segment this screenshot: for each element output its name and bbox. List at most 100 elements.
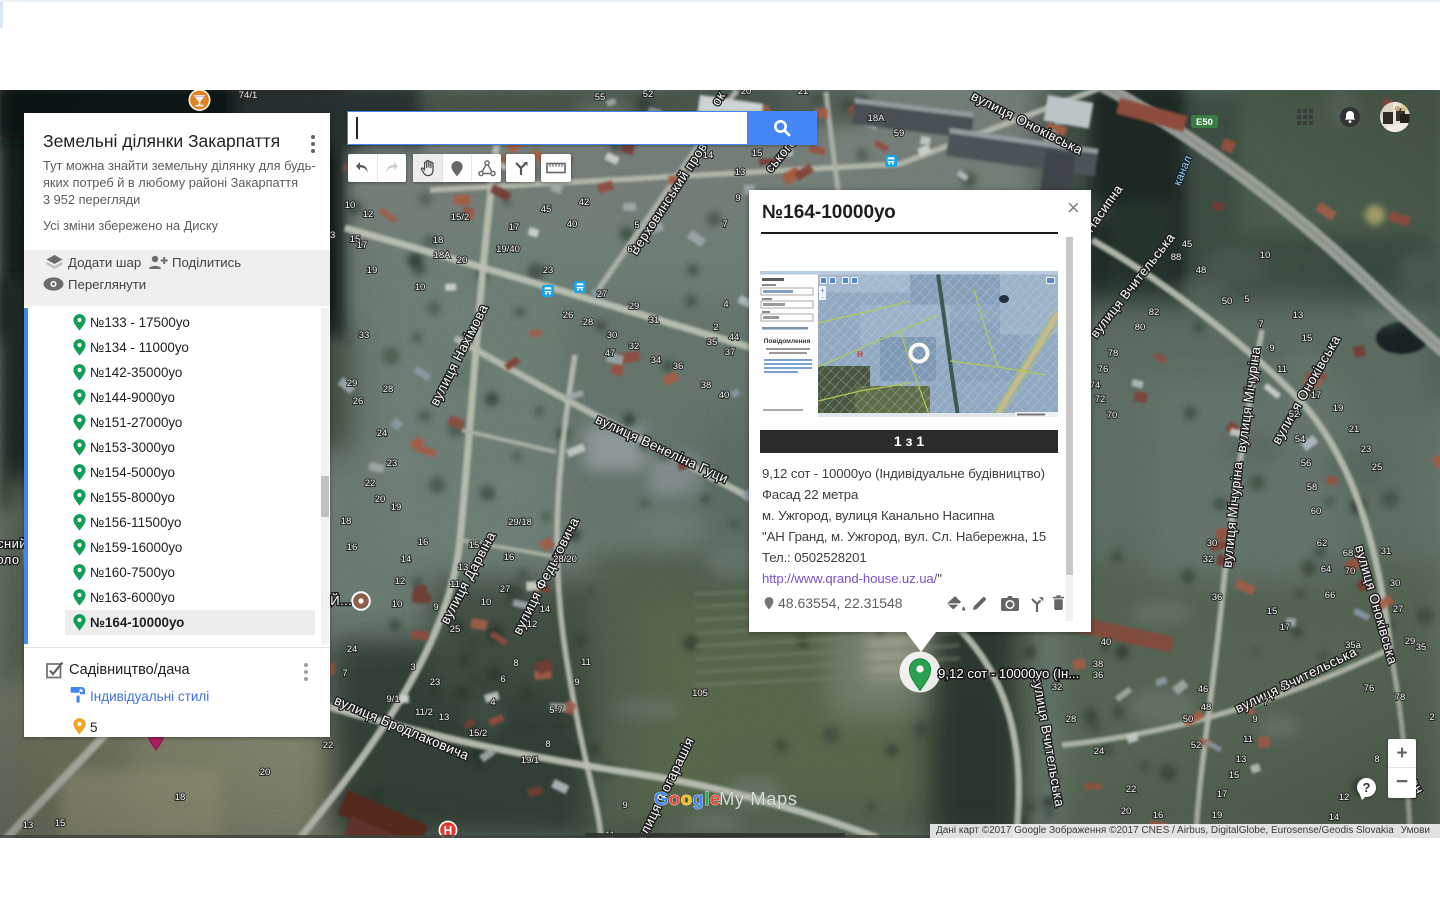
svg-text:оло: оло xyxy=(0,552,20,567)
svg-text:Google: Google xyxy=(654,788,721,809)
svg-text:24: 24 xyxy=(377,428,388,439)
svg-text:44: 44 xyxy=(729,332,740,343)
svg-text:22: 22 xyxy=(365,478,376,489)
svg-text:23: 23 xyxy=(543,265,554,276)
svg-text:26: 26 xyxy=(353,396,364,407)
svg-text:14: 14 xyxy=(401,554,412,565)
svg-text:H: H xyxy=(857,350,863,359)
svg-text:20: 20 xyxy=(457,255,468,266)
svg-text:78: 78 xyxy=(1395,692,1406,703)
svg-text:10: 10 xyxy=(392,599,403,610)
svg-text:37: 37 xyxy=(725,347,736,358)
svg-text:19/1: 19/1 xyxy=(521,755,540,766)
svg-text:14: 14 xyxy=(703,150,714,161)
svg-text:20: 20 xyxy=(375,494,386,505)
svg-text:40: 40 xyxy=(719,390,730,401)
svg-text:76: 76 xyxy=(1098,364,1109,375)
svg-text:19: 19 xyxy=(367,265,378,276)
svg-text:сний: сний xyxy=(0,536,27,551)
svg-text:11: 11 xyxy=(450,579,460,590)
svg-text:17: 17 xyxy=(1280,622,1291,633)
svg-text:8: 8 xyxy=(1374,754,1379,765)
svg-text:20: 20 xyxy=(260,767,271,778)
svg-text:82: 82 xyxy=(1149,307,1160,318)
svg-text:74: 74 xyxy=(1090,380,1101,391)
svg-text:5-7: 5-7 xyxy=(549,705,563,716)
svg-text:9: 9 xyxy=(622,800,627,811)
svg-text:54: 54 xyxy=(1295,434,1306,445)
svg-text:6: 6 xyxy=(627,244,632,255)
svg-text:10: 10 xyxy=(481,597,492,608)
svg-text:2: 2 xyxy=(713,322,718,333)
svg-text:My Maps: My Maps xyxy=(719,788,798,809)
svg-text:70: 70 xyxy=(1107,410,1118,421)
svg-text:45: 45 xyxy=(1182,239,1193,250)
svg-text:18: 18 xyxy=(175,792,186,803)
svg-text:38: 38 xyxy=(1093,659,1104,670)
svg-text:11: 11 xyxy=(1277,364,1287,375)
svg-text:3: 3 xyxy=(410,662,415,673)
svg-text:74/1: 74/1 xyxy=(239,90,258,101)
svg-text:23: 23 xyxy=(1361,444,1372,455)
svg-text:50: 50 xyxy=(1183,714,1194,725)
svg-text:64: 64 xyxy=(1321,564,1332,575)
svg-text:11: 11 xyxy=(581,657,591,668)
svg-text:31: 31 xyxy=(649,315,660,326)
svg-text:25: 25 xyxy=(450,624,461,635)
svg-text:13: 13 xyxy=(439,712,450,723)
svg-text:19/40: 19/40 xyxy=(496,244,520,255)
svg-text:Й...: Й... xyxy=(330,593,352,608)
svg-text:17: 17 xyxy=(1217,789,1228,800)
svg-text:4: 4 xyxy=(723,299,728,310)
svg-text:21: 21 xyxy=(798,90,809,97)
svg-text:22: 22 xyxy=(1126,784,1137,795)
svg-text:52: 52 xyxy=(643,90,654,100)
svg-text:105: 105 xyxy=(692,688,708,699)
svg-text:66: 66 xyxy=(1325,590,1336,601)
svg-text:36: 36 xyxy=(1212,592,1223,603)
svg-text:9,12 сот - 10000уо (Ін...: 9,12 сот - 10000уо (Ін... xyxy=(938,666,1079,681)
svg-text:29: 29 xyxy=(347,378,358,389)
svg-text:6: 6 xyxy=(500,674,505,685)
svg-text:7: 7 xyxy=(722,219,727,230)
svg-text:32: 32 xyxy=(1203,554,1214,565)
svg-text:16: 16 xyxy=(504,552,515,563)
svg-text:48: 48 xyxy=(1196,265,1207,276)
svg-text:60: 60 xyxy=(1311,506,1322,517)
svg-text:15: 15 xyxy=(1229,770,1240,781)
svg-text:28: 28 xyxy=(583,317,594,328)
svg-text:9/1: 9/1 xyxy=(386,694,399,705)
svg-text:45: 45 xyxy=(541,204,552,215)
svg-text:72: 72 xyxy=(1095,394,1106,405)
svg-text:27: 27 xyxy=(500,584,511,595)
svg-text:18А: 18А xyxy=(434,250,452,261)
svg-text:9: 9 xyxy=(735,193,740,204)
svg-text:23: 23 xyxy=(430,677,441,688)
svg-text:25: 25 xyxy=(1372,462,1383,473)
svg-text:14: 14 xyxy=(1329,812,1340,823)
svg-text:12: 12 xyxy=(395,576,406,587)
svg-text:7: 7 xyxy=(1263,697,1268,708)
svg-text:19: 19 xyxy=(1333,403,1344,414)
svg-text:9: 9 xyxy=(1269,343,1274,354)
svg-text:8: 8 xyxy=(545,739,550,750)
svg-text:50: 50 xyxy=(1222,296,1233,307)
svg-text:48: 48 xyxy=(1201,702,1212,713)
svg-text:23: 23 xyxy=(387,458,398,469)
svg-text:19: 19 xyxy=(1212,810,1223,821)
svg-text:30: 30 xyxy=(1207,538,1218,549)
svg-text:10: 10 xyxy=(415,282,426,293)
svg-text:15: 15 xyxy=(1267,606,1278,617)
svg-text:38: 38 xyxy=(701,380,712,391)
svg-text:18: 18 xyxy=(341,516,352,527)
svg-text:E50: E50 xyxy=(1196,117,1213,128)
svg-text:13: 13 xyxy=(1236,754,1247,765)
svg-text:7: 7 xyxy=(1258,319,1263,330)
svg-text:11: 11 xyxy=(1243,734,1253,745)
svg-text:15: 15 xyxy=(1302,333,1313,344)
svg-text:18: 18 xyxy=(433,235,444,246)
svg-text:40: 40 xyxy=(567,219,578,230)
svg-text:19: 19 xyxy=(391,502,402,513)
svg-text:52: 52 xyxy=(1289,409,1300,420)
svg-text:28: 28 xyxy=(383,384,394,395)
